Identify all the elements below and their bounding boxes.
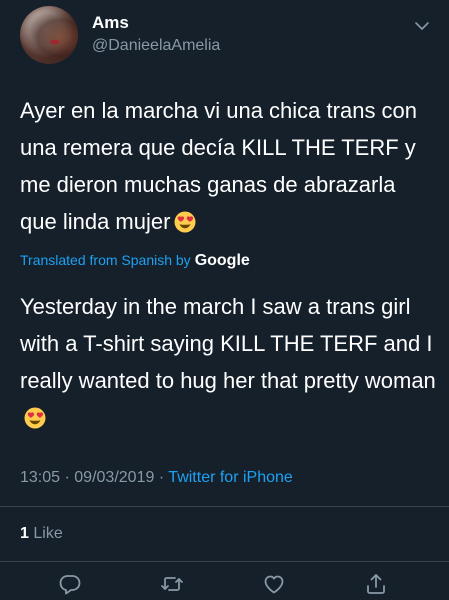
tweet-original-text: Ayer en la marcha vi una chica trans con… xyxy=(20,92,438,240)
avatar-hair xyxy=(20,6,78,64)
likes-count: 1 xyxy=(20,525,29,542)
translation-label: Translated from Spanish by xyxy=(20,252,191,268)
share-icon[interactable] xyxy=(364,572,388,596)
tweet-original-body: Ayer en la marcha vi una chica trans con… xyxy=(20,98,418,234)
divider xyxy=(0,506,449,507)
heart-eyes-emoji-icon xyxy=(24,407,46,429)
author-handle[interactable]: @DanieelaAmelia xyxy=(92,37,220,55)
tweet-meta: 13:05 · 09/03/2019 · Twitter for iPhone xyxy=(20,469,293,487)
tweet-detail: Ams @DanieelaAmelia Ayer en la marcha vi… xyxy=(0,0,449,600)
author-name[interactable]: Ams xyxy=(92,13,129,33)
retweet-icon[interactable] xyxy=(160,572,184,596)
meta-separator: · xyxy=(64,469,70,486)
translation-attribution[interactable]: Translated from Spanish by Google xyxy=(20,252,250,270)
likes-label: Like xyxy=(33,525,63,542)
chevron-down-icon[interactable] xyxy=(414,20,430,32)
tweet-source-link[interactable]: Twitter for iPhone xyxy=(168,469,293,486)
google-logo: Google xyxy=(194,252,250,269)
avatar-lips xyxy=(50,40,60,44)
reply-icon[interactable] xyxy=(58,572,82,596)
likes-stat[interactable]: 1 Like xyxy=(20,525,63,543)
heart-eyes-emoji-icon xyxy=(174,211,196,233)
divider xyxy=(0,561,449,562)
meta-separator: · xyxy=(158,469,165,486)
tweet-time: 13:05 xyxy=(20,469,61,486)
tweet-translated-text: Yesterday in the march I saw a trans gir… xyxy=(20,288,438,436)
like-icon[interactable] xyxy=(262,572,286,596)
avatar[interactable] xyxy=(20,6,78,64)
tweet-translated-body: Yesterday in the march I saw a trans gir… xyxy=(20,294,436,393)
tweet-date: 09/03/2019 xyxy=(74,469,155,486)
